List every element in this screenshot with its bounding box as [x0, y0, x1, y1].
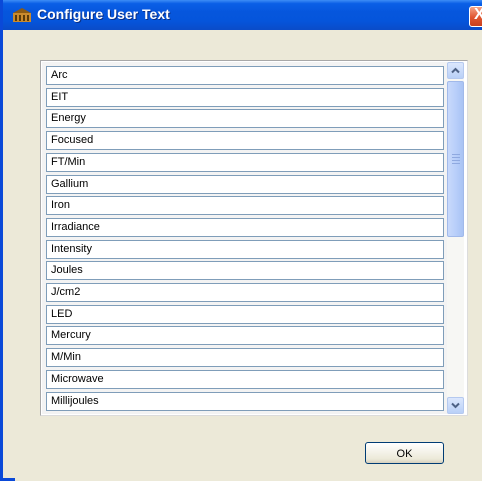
list-item[interactable]: Gallium [46, 174, 444, 194]
dialog-content: Arc EIT Energy Focused FT/Min Gallium Iron Irra… [15, 30, 482, 481]
thumb-grip-line [452, 160, 460, 161]
scrollbar-thumb[interactable] [447, 81, 464, 237]
list-item[interactable]: FT/Min [46, 152, 444, 172]
thumb-grip-line [452, 163, 460, 164]
list-item[interactable]: M/Min [46, 348, 444, 368]
chevron-up-icon [451, 67, 460, 74]
list-item[interactable]: Arc [46, 66, 444, 85]
scroll-up-button[interactable] [447, 62, 464, 79]
list-item[interactable]: Mercury [46, 326, 444, 346]
ok-button[interactable]: OK [365, 442, 444, 464]
list-item[interactable]: EIT [46, 87, 444, 107]
list-item[interactable]: Irradiance [46, 217, 444, 237]
title-bar[interactable]: Configure User Text X [3, 0, 482, 30]
dialog-window: Configure User Text X Arc EIT Energy Focuse… [0, 0, 482, 481]
list-item[interactable]: Joules [46, 261, 444, 281]
window-title: Configure User Text [37, 6, 170, 22]
list-item[interactable]: LED [46, 304, 444, 324]
app-building-icon [13, 8, 31, 22]
list-item[interactable]: Intensity [46, 239, 444, 259]
list-item[interactable]: Focused [46, 131, 444, 151]
list-item[interactable]: J/cm2 [46, 283, 444, 302]
list-item[interactable]: Millijoules [46, 391, 444, 411]
user-text-list[interactable]: Arc EIT Energy Focused FT/Min Gallium Iron Irra… [40, 60, 468, 416]
vertical-scrollbar[interactable] [447, 62, 464, 414]
list-item[interactable]: Microwave [46, 369, 444, 389]
list-item[interactable]: Energy [46, 109, 444, 129]
close-button[interactable]: X [469, 6, 482, 27]
scroll-down-button[interactable] [447, 397, 464, 414]
list-panel: Arc EIT Energy Focused FT/Min Gallium Iron Irra… [42, 62, 447, 414]
thumb-grip-line [452, 157, 460, 158]
list-item[interactable]: Iron [46, 196, 444, 216]
thumb-grip-line [452, 154, 460, 155]
chevron-down-icon [451, 402, 460, 409]
close-icon: X [474, 6, 482, 23]
